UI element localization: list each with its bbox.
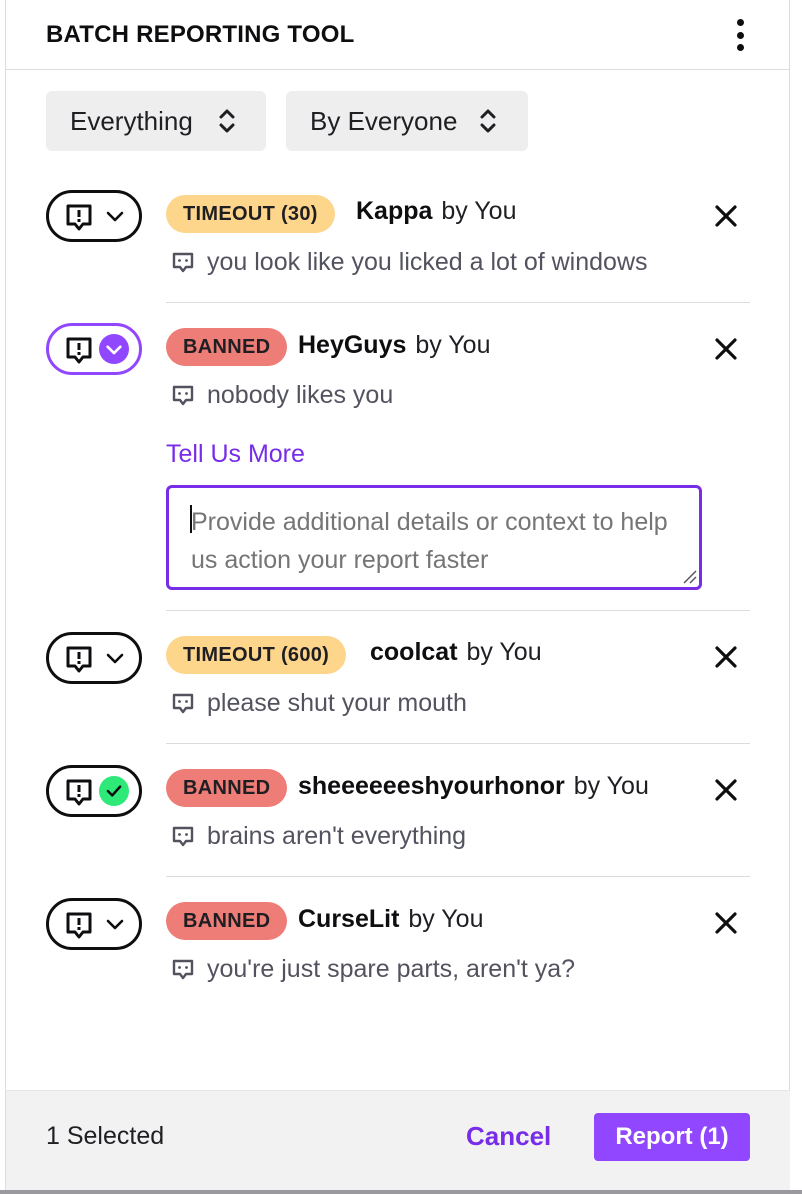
reporter-label: by You <box>573 772 649 800</box>
close-icon[interactable] <box>712 335 740 363</box>
chevron-down-icon <box>99 334 129 364</box>
chevron-down-icon <box>106 211 124 222</box>
chat-bubble-icon <box>172 693 194 713</box>
text-caret <box>190 505 192 533</box>
row-divider <box>166 302 750 303</box>
chat-bubble-icon <box>172 252 194 272</box>
username: sheeeeeeshyourhonor <box>298 772 565 800</box>
checkmark-icon <box>99 776 129 806</box>
chat-bubble-icon <box>172 959 194 979</box>
username: CurseLit <box>298 905 400 933</box>
report-flag-icon <box>66 912 92 939</box>
status-badge: TIMEOUT (600) <box>166 636 347 674</box>
close-icon[interactable] <box>712 643 740 671</box>
report-flag-icon <box>66 646 92 673</box>
row-divider <box>166 743 750 744</box>
panel-header: BATCH REPORTING TOOL <box>6 0 790 70</box>
chat-bubble-icon <box>172 385 194 405</box>
chat-bubble-icon <box>172 826 194 846</box>
content-filter-select[interactable]: Everything <box>46 91 266 151</box>
report-author: HeyGuys by You <box>298 331 490 360</box>
report-flag-icon <box>66 204 92 231</box>
content-filter-value: Everything <box>70 105 193 136</box>
cancel-button[interactable]: Cancel <box>466 1121 551 1152</box>
status-badge: BANNED <box>166 902 288 940</box>
report-author: Kappa by You <box>356 197 517 226</box>
details-textarea[interactable] <box>166 485 702 590</box>
reporter-label: by You <box>466 638 542 666</box>
reporter-label: by You <box>441 197 517 225</box>
chat-message: brains aren't everything <box>171 822 466 851</box>
panel-title: BATCH REPORTING TOOL <box>46 21 355 48</box>
report-toggle[interactable] <box>46 323 142 375</box>
row-divider <box>166 876 750 877</box>
status-badge: BANNED <box>166 769 288 807</box>
report-toggle[interactable] <box>46 190 142 242</box>
report-toggle[interactable] <box>46 632 142 684</box>
username: HeyGuys <box>298 331 407 359</box>
username: Kappa <box>356 197 433 225</box>
chat-message-text: brains aren't everything <box>207 822 467 850</box>
chat-message-text: you look like you licked a lot of window… <box>207 248 648 276</box>
close-icon[interactable] <box>712 202 740 230</box>
batch-reporting-panel: BATCH REPORTING TOOL Everything By Every… <box>5 0 790 1190</box>
window-edge <box>790 0 802 1194</box>
chat-message-text: please shut your mouth <box>207 689 467 717</box>
username: coolcat <box>370 638 458 666</box>
panel-footer: 1 Selected Cancel Report (1) <box>6 1090 790 1190</box>
chat-message-text: nobody likes you <box>207 381 394 409</box>
chevron-down-icon <box>106 919 124 930</box>
sort-updown-icon <box>219 109 235 133</box>
sort-updown-icon <box>480 109 496 133</box>
selected-count: 1 Selected <box>46 1122 165 1150</box>
more-options-icon[interactable] <box>728 17 752 53</box>
author-filter-select[interactable]: By Everyone <box>286 91 528 151</box>
author-filter-value: By Everyone <box>310 105 458 136</box>
chat-message: you look like you licked a lot of window… <box>171 248 648 277</box>
resize-grip-icon[interactable] <box>681 568 697 584</box>
reporter-label: by You <box>415 331 491 359</box>
status-badge: BANNED <box>166 328 288 366</box>
report-toggle[interactable] <box>46 898 142 950</box>
report-toggle[interactable] <box>46 765 142 817</box>
window-edge <box>0 1190 802 1194</box>
report-button[interactable]: Report (1) <box>594 1113 750 1161</box>
close-icon[interactable] <box>712 909 740 937</box>
reporter-label: by You <box>408 905 484 933</box>
chevron-down-icon <box>106 653 124 664</box>
report-flag-icon <box>66 779 92 806</box>
report-author: CurseLit by You <box>298 905 484 934</box>
report-author: coolcat by You <box>370 638 542 667</box>
chat-message: you're just spare parts, aren't ya? <box>171 955 575 984</box>
row-divider <box>166 610 750 611</box>
tell-us-more-link[interactable]: Tell Us More <box>166 440 305 469</box>
chat-message: please shut your mouth <box>171 689 467 718</box>
report-flag-icon <box>66 337 92 364</box>
report-author: sheeeeeeshyourhonor by You <box>298 772 649 801</box>
chat-message: nobody likes you <box>171 381 393 410</box>
chat-message-text: you're just spare parts, aren't ya? <box>207 955 576 983</box>
status-badge: TIMEOUT (30) <box>166 195 335 233</box>
close-icon[interactable] <box>712 776 740 804</box>
